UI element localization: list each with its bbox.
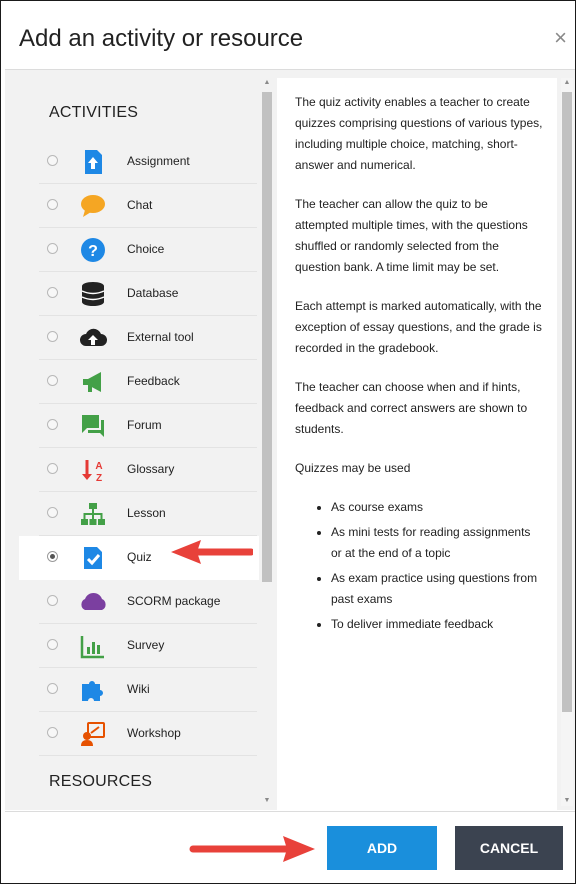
dialog-header: Add an activity or resource × (5, 5, 575, 70)
activity-item-chat[interactable]: Chat (19, 184, 259, 228)
activity-item-external-tool[interactable]: External tool (19, 316, 259, 360)
choice-icon: ? (79, 236, 107, 264)
add-activity-dialog: Add an activity or resource × ACTIVITIES… (0, 0, 576, 884)
activity-item-forum[interactable]: Forum (19, 404, 259, 448)
activity-list-scrollbar[interactable]: ▲ ▼ (261, 78, 273, 806)
resources-heading: RESOURCES (49, 773, 153, 790)
svg-text:A: A (95, 461, 102, 472)
activity-radio[interactable] (47, 683, 58, 694)
scroll-up-icon[interactable]: ▲ (561, 78, 573, 88)
description-bullet: As mini tests for reading assignments or… (331, 522, 543, 564)
description-paragraph: Each attempt is marked automatically, wi… (295, 299, 542, 355)
forum-icon (79, 412, 107, 440)
activity-label: Survey (127, 638, 165, 652)
activity-label: Quiz (127, 550, 152, 564)
activity-radio[interactable] (47, 551, 58, 562)
activity-label: Wiki (127, 682, 150, 696)
activity-radio[interactable] (47, 639, 58, 650)
activity-radio[interactable] (47, 199, 58, 210)
activity-label: Forum (127, 418, 162, 432)
activity-item-glossary[interactable]: A Z Glossary (19, 448, 259, 492)
activity-radio[interactable] (47, 287, 58, 298)
scroll-up-icon[interactable]: ▲ (261, 78, 273, 88)
activity-label: SCORM package (127, 594, 221, 608)
activity-item-lesson[interactable]: Lesson (19, 492, 259, 536)
description-paragraph: The teacher can choose when and if hints… (295, 380, 528, 436)
scorm-icon (79, 588, 107, 616)
activity-item-wiki[interactable]: Wiki (19, 668, 259, 712)
scroll-down-icon[interactable]: ▼ (261, 796, 273, 806)
activity-label: Chat (127, 198, 153, 212)
activity-description-panel: The quiz activity enables a teacher to c… (277, 78, 557, 810)
activity-label: External tool (127, 330, 194, 344)
dialog-body: ACTIVITIES Assignment Chat? Choice Database… (5, 70, 575, 810)
activity-radio[interactable] (47, 595, 58, 606)
description-paragraph: The teacher can allow the quiz to be att… (295, 197, 528, 274)
activity-label: Database (127, 286, 179, 300)
activity-label: Assignment (127, 154, 190, 168)
activity-radio[interactable] (47, 419, 58, 430)
activity-radio[interactable] (47, 243, 58, 254)
glossary-icon: AZ (79, 456, 107, 484)
description-bullet: To deliver immediate feedback (331, 614, 543, 635)
external-tool-icon (79, 324, 107, 352)
activity-label: Glossary (127, 462, 175, 476)
activity-radio[interactable] (47, 507, 58, 518)
activity-item-scorm-package[interactable]: SCORM package (19, 580, 259, 624)
activity-item-choice[interactable]: ? Choice (19, 228, 259, 272)
wiki-icon (79, 676, 107, 704)
survey-icon (79, 632, 107, 660)
activity-list: ACTIVITIES Assignment Chat? Choice Database… (19, 78, 263, 810)
description-paragraph: Quizzes may be used (295, 461, 411, 475)
activity-label: Choice (127, 242, 165, 256)
activity-item-survey[interactable]: Survey (19, 624, 259, 668)
activity-item-assignment[interactable]: Assignment (19, 140, 259, 184)
description-bullet: As exam practice using questions from pa… (331, 568, 543, 610)
feedback-icon (79, 368, 107, 396)
description-scrollbar[interactable]: ▲ ▼ (561, 78, 573, 806)
workshop-icon (79, 720, 107, 748)
activity-item-feedback[interactable]: Feedback (19, 360, 259, 404)
scroll-down-icon[interactable]: ▼ (561, 796, 573, 806)
add-button[interactable]: ADD (327, 826, 437, 870)
cancel-button[interactable]: CANCEL (455, 826, 563, 870)
activity-label: Lesson (127, 506, 166, 520)
chat-icon (79, 192, 107, 220)
annotation-arrow-icon (171, 540, 253, 564)
activities-heading: ACTIVITIES (49, 104, 139, 121)
database-icon (79, 280, 107, 308)
scrollbar-thumb[interactable] (562, 92, 572, 712)
activity-radio[interactable] (47, 463, 58, 474)
svg-text:?: ? (88, 243, 98, 260)
dialog-title: Add an activity or resource (19, 25, 304, 52)
activity-radio[interactable] (47, 727, 58, 738)
scrollbar-thumb[interactable] (262, 92, 272, 582)
divider (39, 755, 257, 756)
close-icon[interactable]: × (554, 27, 567, 49)
svg-text:Z: Z (96, 473, 102, 484)
activity-label: Feedback (127, 374, 180, 388)
activity-radio[interactable] (47, 375, 58, 386)
description-bullet: As course exams (331, 497, 543, 518)
lesson-icon (79, 500, 107, 528)
annotation-arrow-icon (189, 836, 315, 862)
activity-radio[interactable] (47, 155, 58, 166)
description-paragraph: The quiz activity enables a teacher to c… (295, 95, 543, 172)
assignment-icon (79, 148, 107, 176)
activity-label: Workshop (127, 726, 181, 740)
quiz-icon (79, 544, 107, 572)
activity-item-workshop[interactable]: Workshop (19, 712, 259, 756)
activity-item-database[interactable]: Database (19, 272, 259, 316)
description-bullet-list: As course exams As mini tests for readin… (295, 497, 543, 635)
activity-radio[interactable] (47, 331, 58, 342)
